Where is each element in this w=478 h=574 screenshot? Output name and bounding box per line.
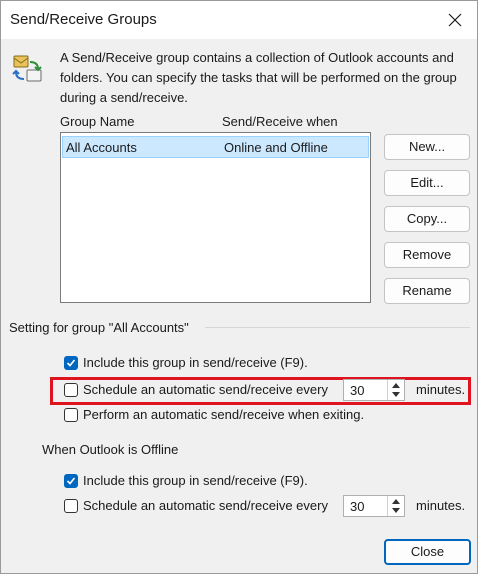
- schedule-checkbox[interactable]: [64, 383, 78, 397]
- offline-include-checkbox[interactable]: [64, 474, 78, 488]
- chevron-up-icon: [392, 383, 400, 388]
- schedule-label: Schedule an automatic send/receive every: [83, 382, 328, 397]
- offline-group-label: When Outlook is Offline: [42, 442, 179, 457]
- increment-button[interactable]: [388, 380, 404, 390]
- title-bar: Send/Receive Groups: [1, 1, 477, 39]
- group-list[interactable]: All Accounts Online and Offline: [60, 132, 371, 303]
- new-button[interactable]: New...: [384, 134, 470, 160]
- list-item[interactable]: All Accounts Online and Offline: [62, 136, 369, 158]
- offline-schedule-label: Schedule an automatic send/receive every: [83, 498, 328, 513]
- dialog-description: A Send/Receive group contains a collecti…: [60, 50, 457, 105]
- checkmark-icon: [66, 477, 76, 485]
- checkmark-icon: [66, 359, 76, 367]
- chevron-down-icon: [392, 392, 400, 397]
- copy-button[interactable]: Copy...: [384, 206, 470, 232]
- close-button[interactable]: Close: [384, 539, 471, 565]
- offline-minutes-label: minutes.: [416, 498, 466, 513]
- schedule-minutes-spinner[interactable]: 30: [343, 379, 405, 401]
- include-group-checkbox[interactable]: [64, 356, 78, 370]
- setting-group-label: Setting for group "All Accounts": [9, 320, 189, 335]
- spinner-arrows: [387, 496, 404, 516]
- minutes-label: minutes.: [416, 382, 466, 397]
- exiting-label: Perform an automatic send/receive when e…: [83, 407, 365, 422]
- window-title: Send/Receive Groups: [10, 11, 157, 28]
- schedule-minutes-value: 30: [350, 383, 365, 398]
- group-divider: [205, 327, 470, 328]
- send-receive-groups-dialog: Send/Receive Groups A Send/Receive group…: [0, 0, 478, 574]
- offline-minutes-spinner[interactable]: 30: [343, 495, 405, 517]
- close-window-button[interactable]: [433, 1, 477, 39]
- decrement-button[interactable]: [388, 390, 404, 400]
- offline-minutes-value: 30: [350, 499, 365, 514]
- offline-include-label: Include this group in send/receive (F9).: [83, 473, 308, 488]
- chevron-up-icon: [392, 499, 400, 504]
- edit-button[interactable]: Edit...: [384, 170, 470, 196]
- send-receive-icon: [12, 52, 46, 86]
- include-group-label: Include this group in send/receive (F9).: [83, 355, 308, 370]
- offline-schedule-checkbox[interactable]: [64, 499, 78, 513]
- rename-button[interactable]: Rename: [384, 278, 470, 304]
- spinner-arrows: [387, 380, 404, 400]
- remove-button[interactable]: Remove: [384, 242, 470, 268]
- column-header-send-receive-when: Send/Receive when: [222, 114, 338, 129]
- send-receive-when-cell: Online and Offline: [224, 140, 328, 155]
- column-header-group-name: Group Name: [60, 114, 135, 129]
- increment-button[interactable]: [388, 496, 404, 506]
- decrement-button[interactable]: [388, 506, 404, 516]
- exiting-checkbox[interactable]: [64, 408, 78, 422]
- chevron-down-icon: [392, 508, 400, 513]
- group-name-cell: All Accounts: [66, 140, 137, 155]
- close-icon: [448, 13, 462, 27]
